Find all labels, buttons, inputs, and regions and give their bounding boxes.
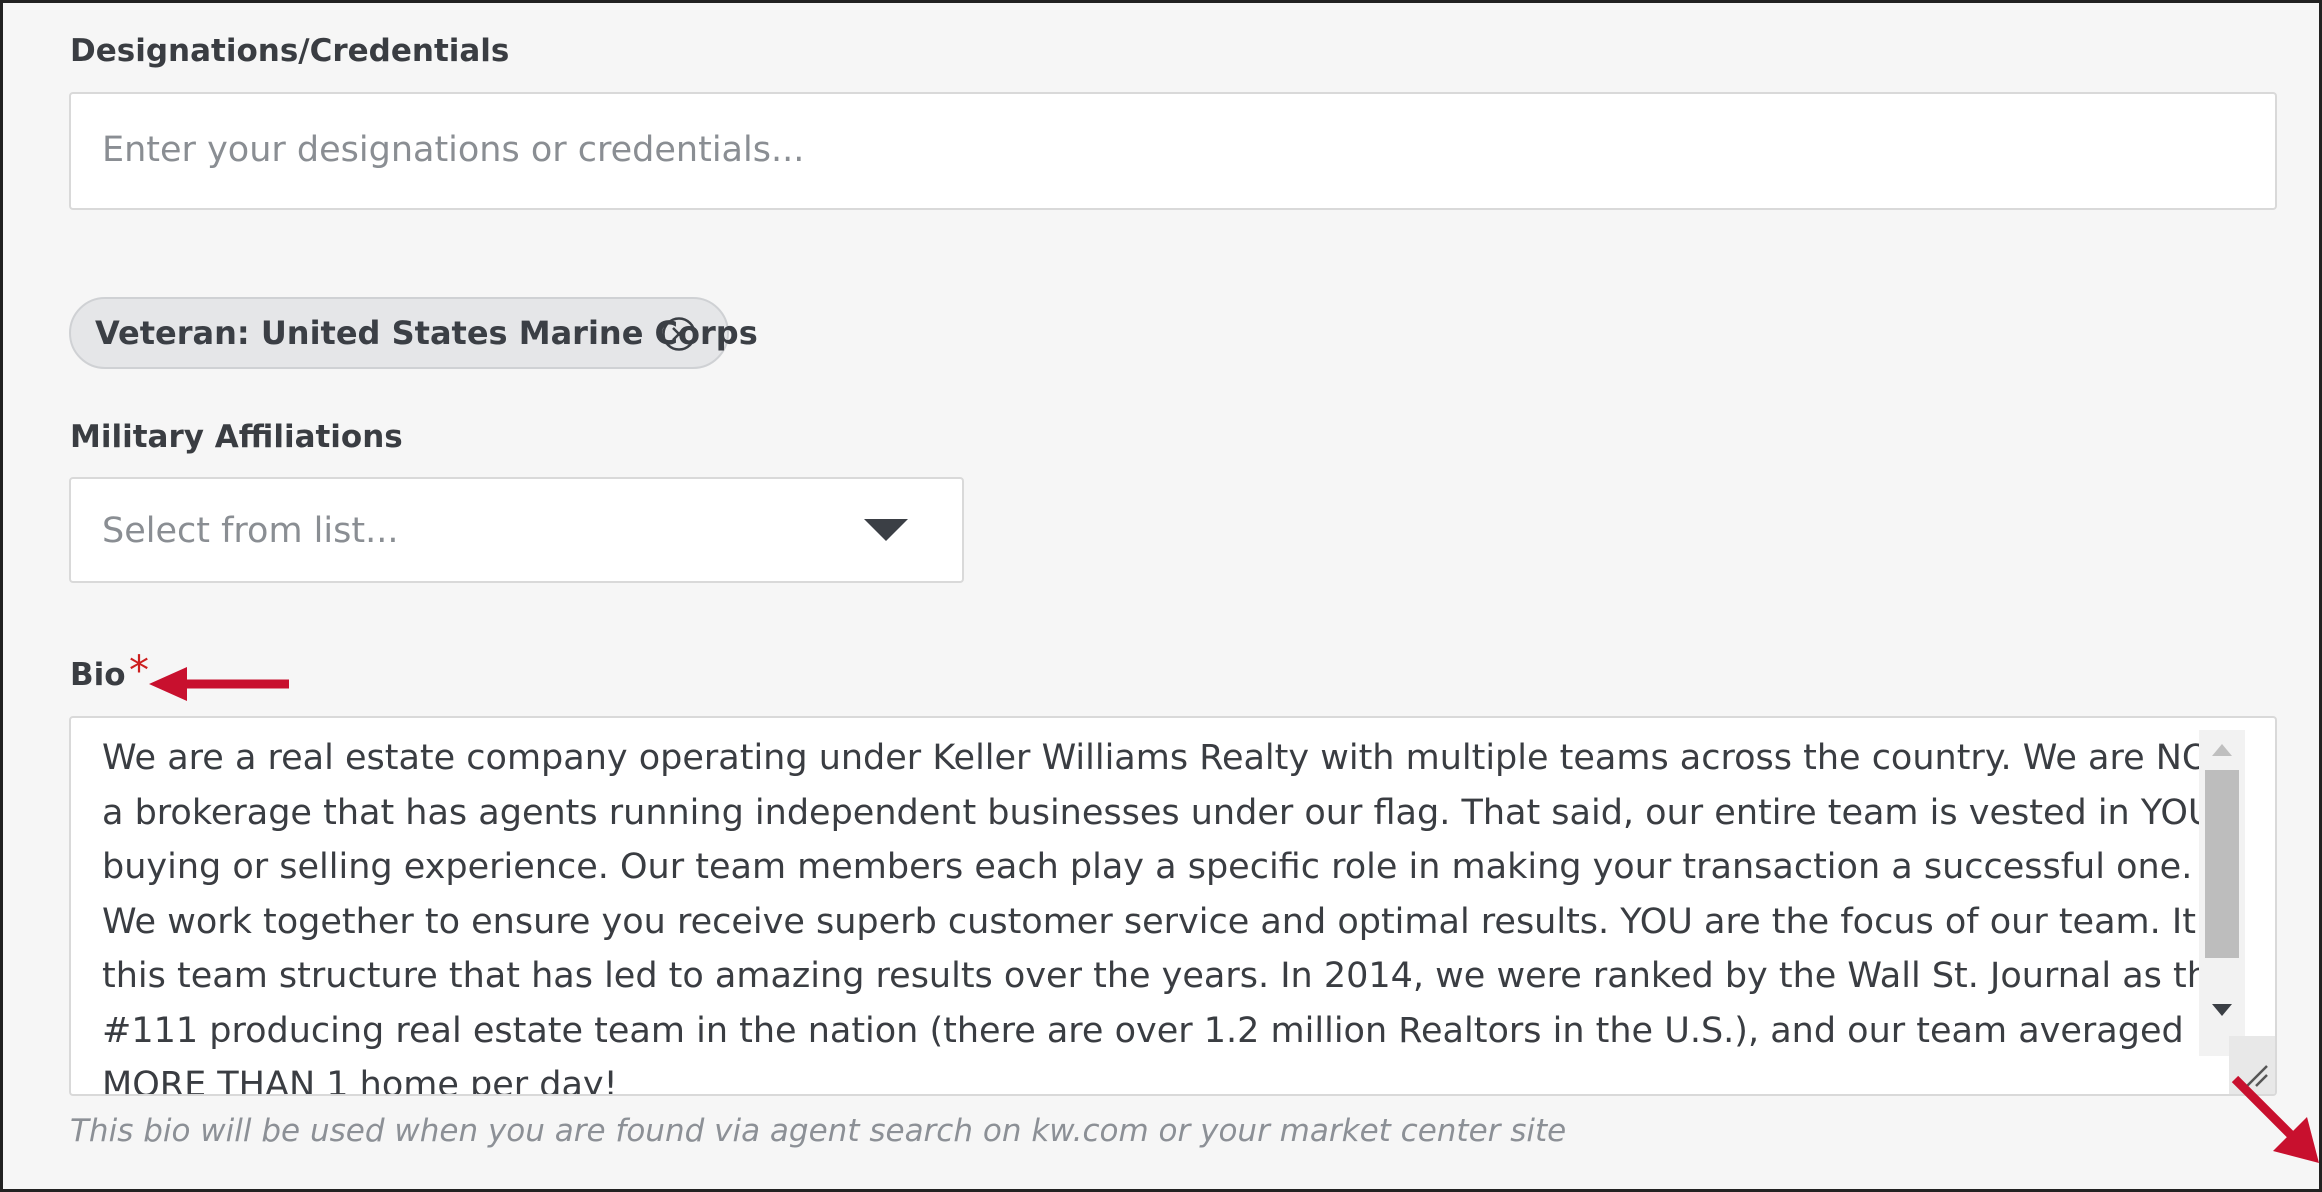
form-panel: Designations/Credentials Enter your desi… [0,0,2322,1192]
bio-textarea[interactable]: We are a real estate company operating u… [69,716,2277,1096]
bio-helper-text: This bio will be used when you are found… [70,1113,1567,1149]
military-chip-label: Veteran: United States Marine Corps [95,314,758,352]
annotation-arrow-left [149,667,289,701]
required-marker: * [129,648,149,694]
scroll-down-icon[interactable] [2212,1004,2232,1016]
caret-down-icon [864,519,908,541]
bio-scrollbar[interactable] [2199,730,2245,1056]
military-affiliations-label: Military Affiliations [70,419,403,455]
military-affiliations-select[interactable]: Select from list... [69,477,964,583]
circle-x-icon[interactable] [661,316,697,352]
scroll-up-icon[interactable] [2212,744,2232,756]
bio-text: We are a real estate company operating u… [102,738,2238,1096]
military-chip: Veteran: United States Marine Corps [69,297,758,369]
scroll-thumb[interactable] [2205,770,2239,958]
select-placeholder: Select from list... [102,511,399,551]
designations-label: Designations/Credentials [70,33,510,69]
annotation-arrow-diagonal [2231,1075,2319,1163]
designations-input[interactable]: Enter your designations or credentials..… [69,92,2277,210]
bio-label: Bio [70,657,126,693]
designations-placeholder: Enter your designations or credentials..… [102,130,805,170]
